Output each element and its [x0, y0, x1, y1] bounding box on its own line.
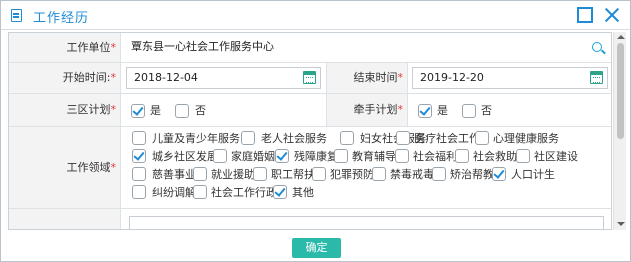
required-mark: * [397, 71, 404, 84]
next-field-row [9, 209, 611, 229]
work-field-checkbox[interactable] [275, 149, 289, 163]
maximize-icon[interactable] [577, 7, 593, 23]
work-field-option-label: 老人社会服务 [261, 132, 327, 145]
work-field-option-label: 心理健康服务 [493, 132, 559, 145]
work-field-label: 工作领域* [9, 127, 121, 208]
work-field-option-label: 慈善事业 [152, 168, 196, 181]
dialog-footer: 确定 [1, 231, 630, 261]
work-field-checkbox[interactable] [132, 167, 146, 181]
work-field-option-label: 残障康复 [294, 150, 338, 163]
close-icon[interactable] [604, 7, 620, 23]
work-field-checkbox[interactable] [132, 131, 146, 145]
required-mark: * [110, 71, 117, 84]
work-field-checkbox[interactable] [132, 185, 146, 199]
ok-button[interactable]: 确定 [292, 238, 341, 258]
work-field-checkbox[interactable] [193, 185, 207, 199]
work-field-option-label: 其他 [292, 186, 314, 199]
next-field-label [9, 209, 121, 229]
work-field-checkbox[interactable] [516, 149, 530, 163]
end-time-input[interactable]: 2019-12-20 [412, 67, 608, 89]
work-field-option-label: 城乡社区发展 [152, 150, 218, 163]
work-experience-dialog: 工作经历 工作单位* 覃东县一心社会工作服务中心 开始时间:* 2018-12-… [0, 0, 631, 262]
work-field-option-label: 矫治帮教 [450, 168, 494, 181]
end-time-label-text: 结束时间 [353, 71, 398, 84]
work-field-checkbox[interactable] [372, 167, 386, 181]
required-mark: * [110, 103, 117, 116]
hand-in-hand-no-label: 否 [481, 104, 492, 117]
required-mark: * [110, 161, 117, 174]
start-time-label-text: 开始时间: [62, 71, 111, 84]
end-time-value: 2019-12-20 [420, 71, 484, 84]
work-field-checkbox[interactable] [455, 149, 469, 163]
hand-in-hand-plan-label-text: 牵手计划 [353, 103, 398, 116]
work-field-checkbox[interactable] [475, 131, 489, 145]
work-field-checkbox[interactable] [213, 149, 227, 163]
work-field-option-label: 职工帮扶 [271, 168, 315, 181]
search-icon[interactable] [592, 42, 602, 52]
work-field-checkbox[interactable] [253, 167, 267, 181]
three-zone-no-label: 否 [195, 104, 206, 117]
work-experience-form: 工作单位* 覃东县一心社会工作服务中心 开始时间:* 2018-12-04 结束… [8, 32, 612, 230]
work-field-option-label: 禁毒戒毒 [390, 168, 434, 181]
work-field-checkbox[interactable] [273, 185, 287, 199]
work-unit-cell: 覃东县一心社会工作服务中心 [122, 33, 611, 62]
dialog-titlebar: 工作经历 [1, 1, 630, 30]
start-time-value: 2018-12-04 [134, 71, 198, 84]
work-field-checkbox[interactable] [193, 167, 207, 181]
required-mark: * [397, 103, 404, 116]
work-unit-label: 工作单位* [9, 33, 121, 62]
work-field-label-text: 工作领域 [66, 161, 111, 174]
work-field-option-label: 犯罪预防 [330, 168, 374, 181]
work-field-option-label: 人口计生 [511, 168, 555, 181]
three-zone-plan-label-text: 三区计划 [66, 103, 111, 116]
three-zone-no-checkbox[interactable] [175, 104, 189, 118]
work-field-checkbox[interactable] [340, 131, 354, 145]
hand-in-hand-no-checkbox[interactable] [462, 104, 476, 118]
work-field-option-label: 家庭婚姻 [231, 150, 275, 163]
work-field-checkbox[interactable] [395, 149, 409, 163]
calendar-icon[interactable] [590, 71, 603, 84]
end-time-label: 结束时间* [326, 63, 408, 93]
scroll-up-arrow-icon[interactable] [617, 35, 625, 39]
three-zone-yes-label: 是 [150, 104, 161, 117]
document-icon [11, 9, 22, 22]
work-field-option-label: 社会福利 [413, 150, 457, 163]
plan-row: 三区计划* 是 否 牵手计划* 是 否 [9, 94, 611, 127]
work-field-option-label: 纠纷调解 [152, 186, 196, 199]
work-field-checkbox[interactable] [396, 131, 410, 145]
work-unit-row: 工作单位* 覃东县一心社会工作服务中心 [9, 33, 611, 63]
work-field-checkbox[interactable] [132, 149, 146, 163]
calendar-icon[interactable] [303, 71, 316, 84]
scrollbar-thumb[interactable] [617, 43, 624, 139]
work-unit-value[interactable]: 覃东县一心社会工作服务中心 [131, 40, 274, 54]
three-zone-yes-checkbox[interactable] [131, 104, 145, 118]
required-mark: * [110, 41, 117, 54]
work-field-row: 工作领域* 儿童及青少年服务 老人社会服务 妇女社会服务 医疗社会工作 心理健康… [9, 127, 611, 209]
vertical-scrollbar[interactable] [613, 32, 626, 230]
hand-in-hand-plan-label: 牵手计划* [326, 94, 408, 126]
hand-in-hand-yes-label: 是 [437, 104, 448, 117]
work-unit-label-text: 工作单位 [66, 41, 111, 54]
dialog-title: 工作经历 [33, 11, 90, 26]
work-field-checkbox[interactable] [241, 131, 255, 145]
work-field-checkbox[interactable] [492, 167, 506, 181]
work-field-checkbox[interactable] [334, 149, 348, 163]
start-time-input[interactable]: 2018-12-04 [126, 67, 321, 89]
next-field-input[interactable] [129, 216, 604, 229]
work-field-checkbox[interactable] [312, 167, 326, 181]
three-zone-plan-label: 三区计划* [9, 94, 121, 126]
work-field-option-label: 儿童及青少年服务 [152, 132, 240, 145]
work-field-option-label: 社会救助 [473, 150, 517, 163]
work-field-option-label: 社会工作行政 [211, 186, 277, 199]
work-field-checkbox[interactable] [432, 167, 446, 181]
scroll-down-arrow-icon[interactable] [617, 222, 625, 226]
hand-in-hand-yes-checkbox[interactable] [418, 104, 432, 118]
work-field-option-label: 社区建设 [534, 150, 578, 163]
work-field-option-label: 就业援助 [211, 168, 255, 181]
time-row: 开始时间:* 2018-12-04 结束时间* 2019-12-20 [9, 63, 611, 94]
start-time-label: 开始时间:* [9, 63, 121, 93]
work-field-option-label: 教育辅导 [352, 150, 396, 163]
work-field-option-label: 医疗社会工作 [414, 132, 480, 145]
